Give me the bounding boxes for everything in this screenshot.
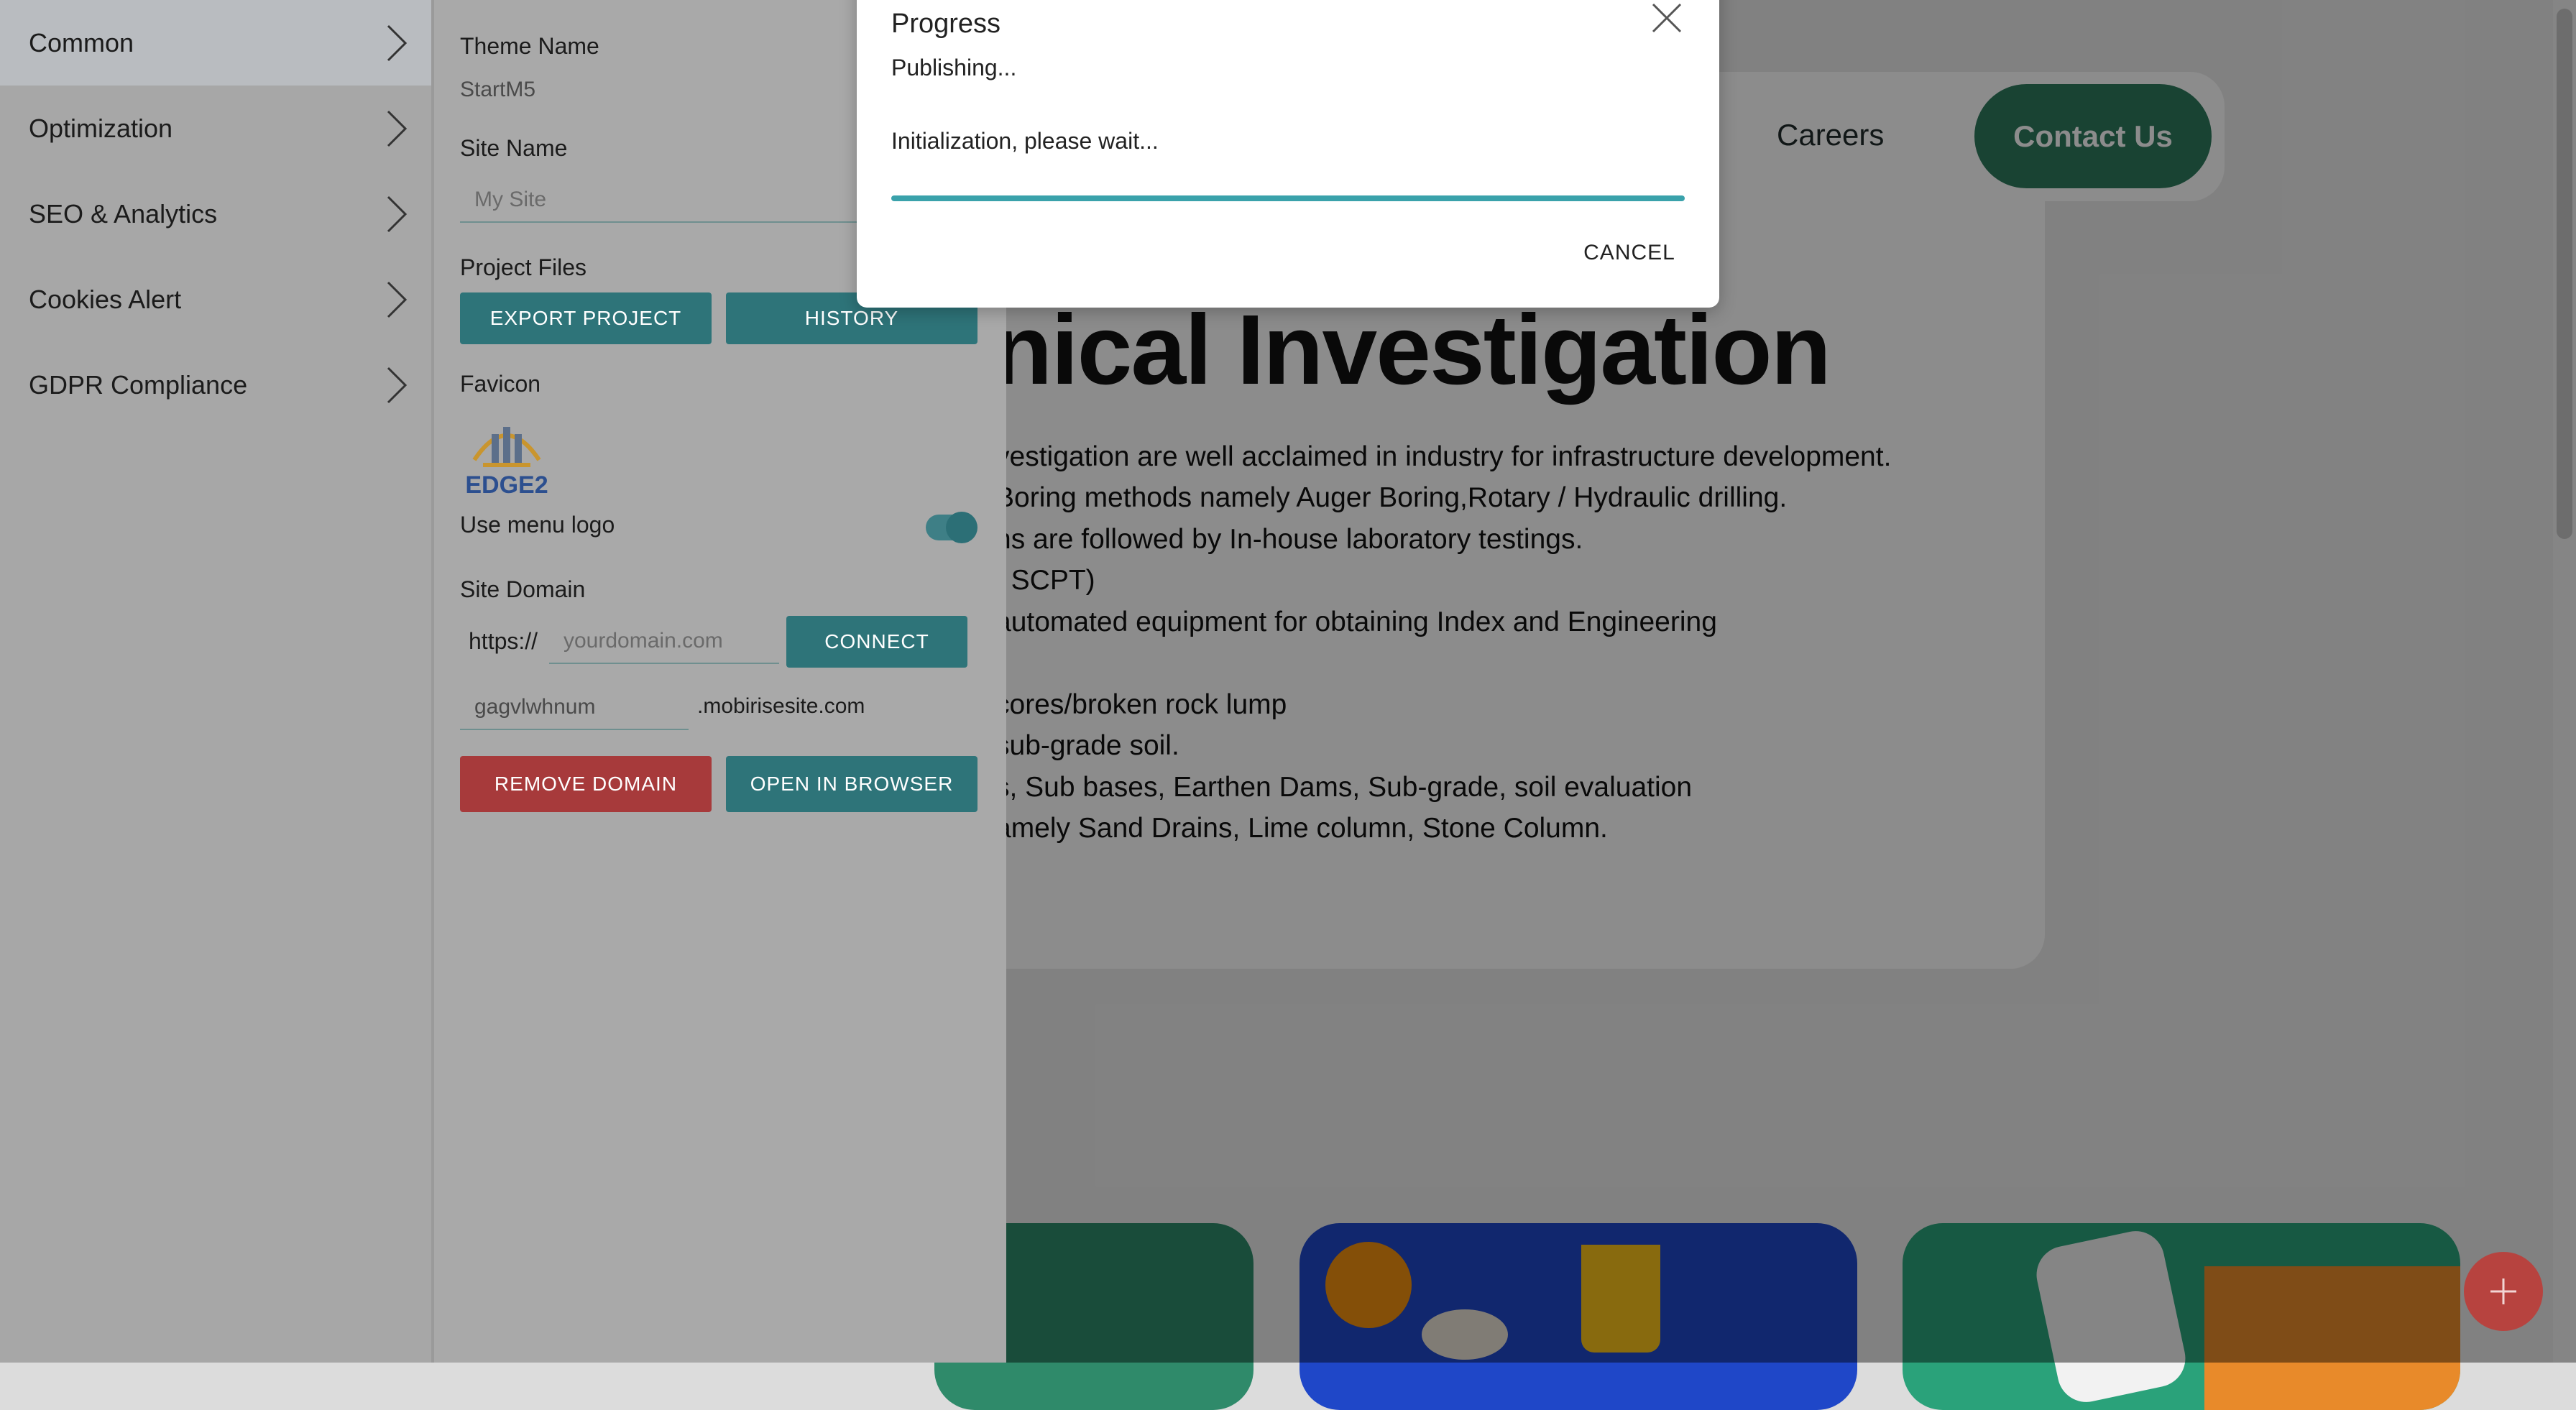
theme-name-label: Theme Name — [460, 33, 599, 59]
dialog-status: Publishing... — [891, 55, 1017, 80]
remove-domain-button[interactable]: REMOVE DOMAIN — [460, 756, 712, 812]
chevron-right-icon — [387, 195, 408, 233]
progress-bar — [891, 195, 1685, 201]
theme-name-value: StartM5 — [460, 78, 536, 101]
sidebar-item-cookies-alert[interactable]: Cookies Alert — [0, 257, 431, 342]
dialog-title: Progress — [891, 9, 1001, 39]
export-project-button[interactable]: EXPORT PROJECT — [460, 292, 712, 344]
chevron-right-icon — [387, 281, 408, 318]
open-in-browser-button[interactable]: OPEN IN BROWSER — [726, 756, 978, 812]
edge2-logo[interactable]: EDGE2 — [461, 415, 552, 499]
protocol-prefix: https:// — [469, 628, 538, 654]
sidebar-item-optimization[interactable]: Optimization — [0, 86, 431, 171]
toggle-knob — [946, 512, 978, 543]
use-menu-logo-label: Use menu logo — [460, 512, 615, 538]
site-name-label: Site Name — [460, 135, 568, 161]
subdomain-input[interactable] — [460, 686, 689, 730]
site-name-input[interactable] — [460, 178, 906, 223]
project-files-label: Project Files — [460, 254, 587, 280]
domain-input[interactable] — [549, 619, 779, 664]
chevron-right-icon — [387, 24, 408, 62]
settings-sidebar: Common Optimization SEO & Analytics Cook… — [0, 0, 431, 1363]
plus-icon — [2490, 1278, 2516, 1304]
sidebar-item-seo-analytics[interactable]: SEO & Analytics — [0, 171, 431, 257]
chevron-right-icon — [387, 110, 408, 147]
sidebar-item-label: Cookies Alert — [29, 284, 182, 314]
subdomain-suffix: .mobirisesite.com — [697, 694, 865, 718]
favicon-label: Favicon — [460, 371, 541, 397]
svg-text:EDGE2: EDGE2 — [465, 471, 548, 499]
sidebar-item-gdpr-compliance[interactable]: GDPR Compliance — [0, 342, 431, 428]
sidebar-item-label: SEO & Analytics — [29, 198, 218, 229]
sidebar-item-label: GDPR Compliance — [29, 369, 248, 400]
chevron-right-icon — [387, 367, 408, 404]
sidebar-item-common[interactable]: Common — [0, 0, 431, 86]
site-domain-label: Site Domain — [460, 576, 586, 602]
use-menu-logo-toggle[interactable] — [926, 512, 978, 543]
progress-dialog: Progress Publishing... Initialization, p… — [857, 0, 1719, 308]
cancel-button[interactable]: CANCEL — [1576, 230, 1683, 276]
progress-bar-fill — [891, 195, 1685, 201]
sidebar-item-label: Common — [29, 27, 134, 57]
connect-button[interactable]: CONNECT — [786, 616, 967, 668]
sidebar-item-label: Optimization — [29, 113, 173, 143]
dialog-message: Initialization, please wait... — [891, 128, 1159, 154]
close-icon[interactable] — [1650, 1, 1683, 34]
add-block-button[interactable] — [2464, 1252, 2543, 1331]
